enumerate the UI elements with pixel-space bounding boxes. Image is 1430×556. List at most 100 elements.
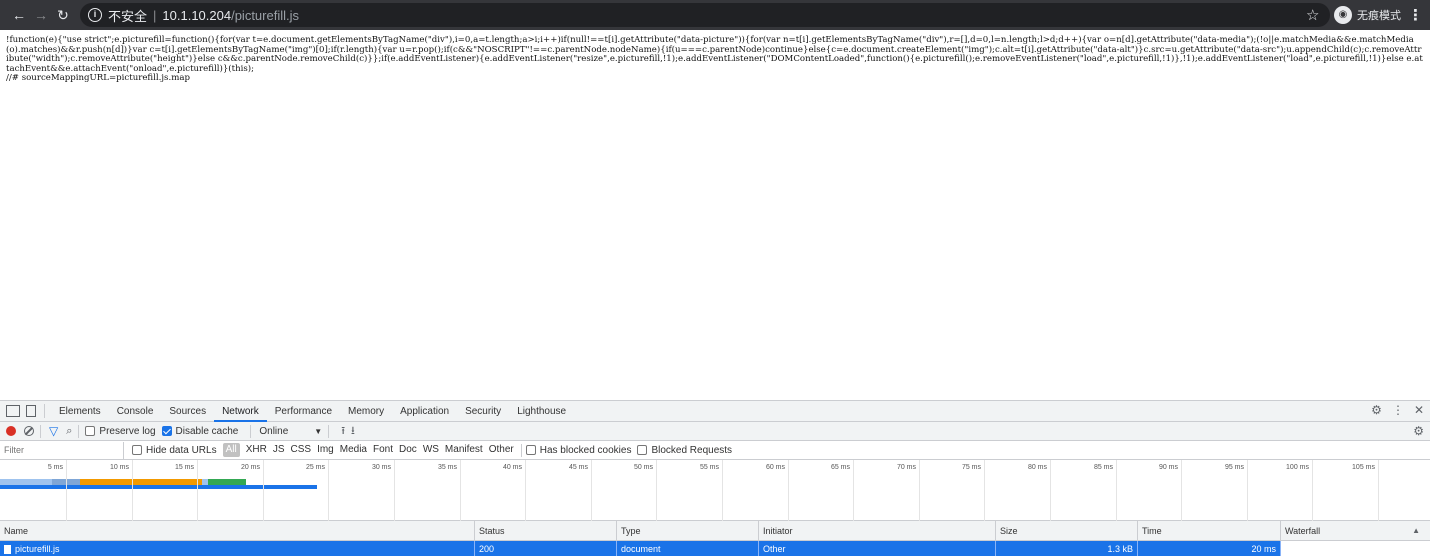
browser-toolbar: ← → ↻ i 不安全 | 10.1.10.204/picturefill.js…	[0, 0, 1430, 30]
preserve-log-checkbox[interactable]: Preserve log	[85, 426, 156, 437]
disable-cache-checkbox[interactable]: Disable cache	[161, 426, 238, 437]
tab-security[interactable]: Security	[457, 401, 509, 422]
timeline-gridline	[525, 460, 526, 521]
timeline-tick-label: 25 ms	[305, 464, 325, 471]
reload-icon[interactable]: ↻	[52, 7, 74, 24]
import-har-icon[interactable]: ⭱	[341, 422, 345, 441]
timeline-tick-label: 15 ms	[174, 464, 194, 471]
tab-performance[interactable]: Performance	[267, 401, 340, 422]
sort-ascending-icon[interactable]: ▲	[1412, 521, 1420, 541]
divider	[40, 424, 41, 438]
browser-menu-icon[interactable]: ⋮	[1408, 6, 1423, 24]
checkbox-unchecked[interactable]	[637, 445, 648, 455]
tab-application[interactable]: Application	[392, 401, 457, 422]
security-label[interactable]: 不安全	[108, 6, 147, 25]
more-options-icon[interactable]: ⋮	[1392, 403, 1404, 417]
tab-elements[interactable]: Elements	[51, 401, 109, 422]
filter-type-other[interactable]: Other	[486, 443, 517, 457]
blocked-requests-label: Blocked Requests	[651, 444, 733, 456]
incognito-indicator[interactable]: ◉ 无痕模式	[1334, 5, 1401, 25]
filter-type-doc[interactable]: Doc	[396, 443, 420, 457]
url-path[interactable]: /picturefill.js	[231, 8, 299, 23]
checkbox-unchecked[interactable]	[132, 445, 142, 455]
address-bar[interactable]: i 不安全 | 10.1.10.204/picturefill.js	[80, 3, 1330, 27]
column-header-size[interactable]: Size	[996, 521, 1138, 540]
settings-gear-icon[interactable]: ⚙	[1371, 403, 1382, 417]
timeline-gridline	[66, 460, 67, 521]
has-blocked-cookies-checkbox[interactable]: Has blocked cookies	[525, 444, 632, 456]
timeline-gridline	[722, 460, 723, 521]
checkbox-checked[interactable]	[161, 426, 172, 436]
blocked-requests-checkbox[interactable]: Blocked Requests	[637, 445, 732, 456]
timeline-tick-label: 40 ms	[502, 464, 522, 471]
timeline-gridline	[1116, 460, 1117, 521]
tab-sources[interactable]: Sources	[161, 401, 214, 422]
device-toolbar-icon[interactable]	[26, 405, 36, 417]
filter-type-img[interactable]: Img	[314, 443, 337, 457]
filter-type-css[interactable]: CSS	[288, 443, 315, 457]
network-filter-bar: Hide data URLs AllXHRJSCSSImgMediaFontDo…	[0, 441, 1430, 460]
cell-status: 200	[475, 541, 617, 556]
timeline-tick-label: 60 ms	[765, 464, 785, 471]
cell-name[interactable]: picturefill.js	[0, 541, 475, 556]
filter-type-all[interactable]: All	[222, 443, 240, 457]
network-toolbar: ▽ ⌕ Preserve log Disable cache Online ▼ …	[0, 422, 1430, 441]
column-header-initiator[interactable]: Initiator	[759, 521, 996, 540]
devtools-tab-list: Elements Console Sources Network Performance…	[51, 401, 574, 422]
column-header-status[interactable]: Status	[475, 521, 617, 540]
back-icon[interactable]: ←	[8, 7, 30, 23]
js-source-text: !function(e){"use strict";e.picturefill=…	[6, 35, 1423, 84]
timeline-gridline	[263, 460, 264, 521]
cell-size: 1.3 kB	[996, 541, 1138, 556]
timeline-tick-label: 30 ms	[371, 464, 391, 471]
network-overview-timeline[interactable]: 5 ms 10 ms 15 ms 20 ms 25 ms 30 ms 35 ms 40 ms 4…	[0, 460, 1430, 521]
filter-type-js[interactable]: JS	[270, 443, 288, 457]
network-settings-gear-icon[interactable]: ⚙	[1413, 424, 1424, 438]
timeline-gridline	[1247, 460, 1248, 521]
tab-network[interactable]: Network	[214, 401, 267, 422]
timeline-tick-label: 45 ms	[568, 464, 588, 471]
clear-icon[interactable]	[24, 426, 34, 436]
filter-icon[interactable]: ▽	[49, 424, 58, 438]
filter-type-manifest[interactable]: Manifest	[442, 443, 486, 457]
filter-type-font[interactable]: Font	[370, 443, 396, 457]
filter-type-ws[interactable]: WS	[420, 443, 442, 457]
bookmark-star-icon[interactable]: ☆	[1306, 6, 1319, 24]
timeline-gridline	[788, 460, 789, 521]
column-header-type[interactable]: Type	[617, 521, 759, 540]
devtools-tabbar: Elements Console Sources Network Performance…	[0, 401, 1430, 422]
filter-type-media[interactable]: Media	[337, 443, 370, 457]
timeline-tick-label: 80 ms	[1027, 464, 1047, 471]
column-header-waterfall[interactable]: Waterfall	[1281, 521, 1430, 540]
timeline-gridline	[853, 460, 854, 521]
column-header-name[interactable]: Name	[0, 521, 475, 540]
forward-icon[interactable]: →	[30, 7, 52, 23]
timeline-gridline	[1181, 460, 1182, 521]
has-blocked-cookies-label: Has blocked cookies	[539, 444, 632, 456]
filter-input[interactable]	[0, 441, 124, 459]
timeline-gridline	[656, 460, 657, 521]
record-icon[interactable]	[6, 426, 16, 436]
request-name: picturefill.js	[15, 544, 60, 554]
timeline-gridline	[1378, 460, 1379, 521]
checkbox-unchecked[interactable]	[525, 445, 536, 455]
table-row[interactable]: picturefill.js 200 document Other 1.3 kB…	[0, 541, 1430, 556]
url-host[interactable]: 10.1.10.204	[162, 8, 231, 23]
tab-memory[interactable]: Memory	[340, 401, 392, 422]
tab-lighthouse[interactable]: Lighthouse	[509, 401, 574, 422]
checkbox-unchecked[interactable]	[85, 426, 96, 436]
column-header-time[interactable]: Time	[1138, 521, 1281, 540]
close-icon[interactable]: ✕	[1414, 403, 1424, 417]
throttling-select[interactable]: Online ▼	[259, 426, 322, 437]
info-icon[interactable]: i	[88, 8, 102, 22]
filter-type-xhr[interactable]: XHR	[243, 443, 270, 457]
search-icon[interactable]: ⌕	[66, 425, 72, 438]
timeline-tick-label: 85 ms	[1093, 464, 1113, 471]
timeline-tick-label: 5 ms	[47, 464, 63, 471]
hide-data-urls-checkbox[interactable]: Hide data URLs	[132, 445, 217, 456]
cell-time: 20 ms	[1138, 541, 1281, 556]
inspect-element-icon[interactable]	[6, 405, 20, 417]
export-har-icon[interactable]: ⭳	[351, 422, 355, 441]
tab-console[interactable]: Console	[109, 401, 162, 422]
hide-data-urls-label: Hide data URLs	[146, 444, 217, 456]
